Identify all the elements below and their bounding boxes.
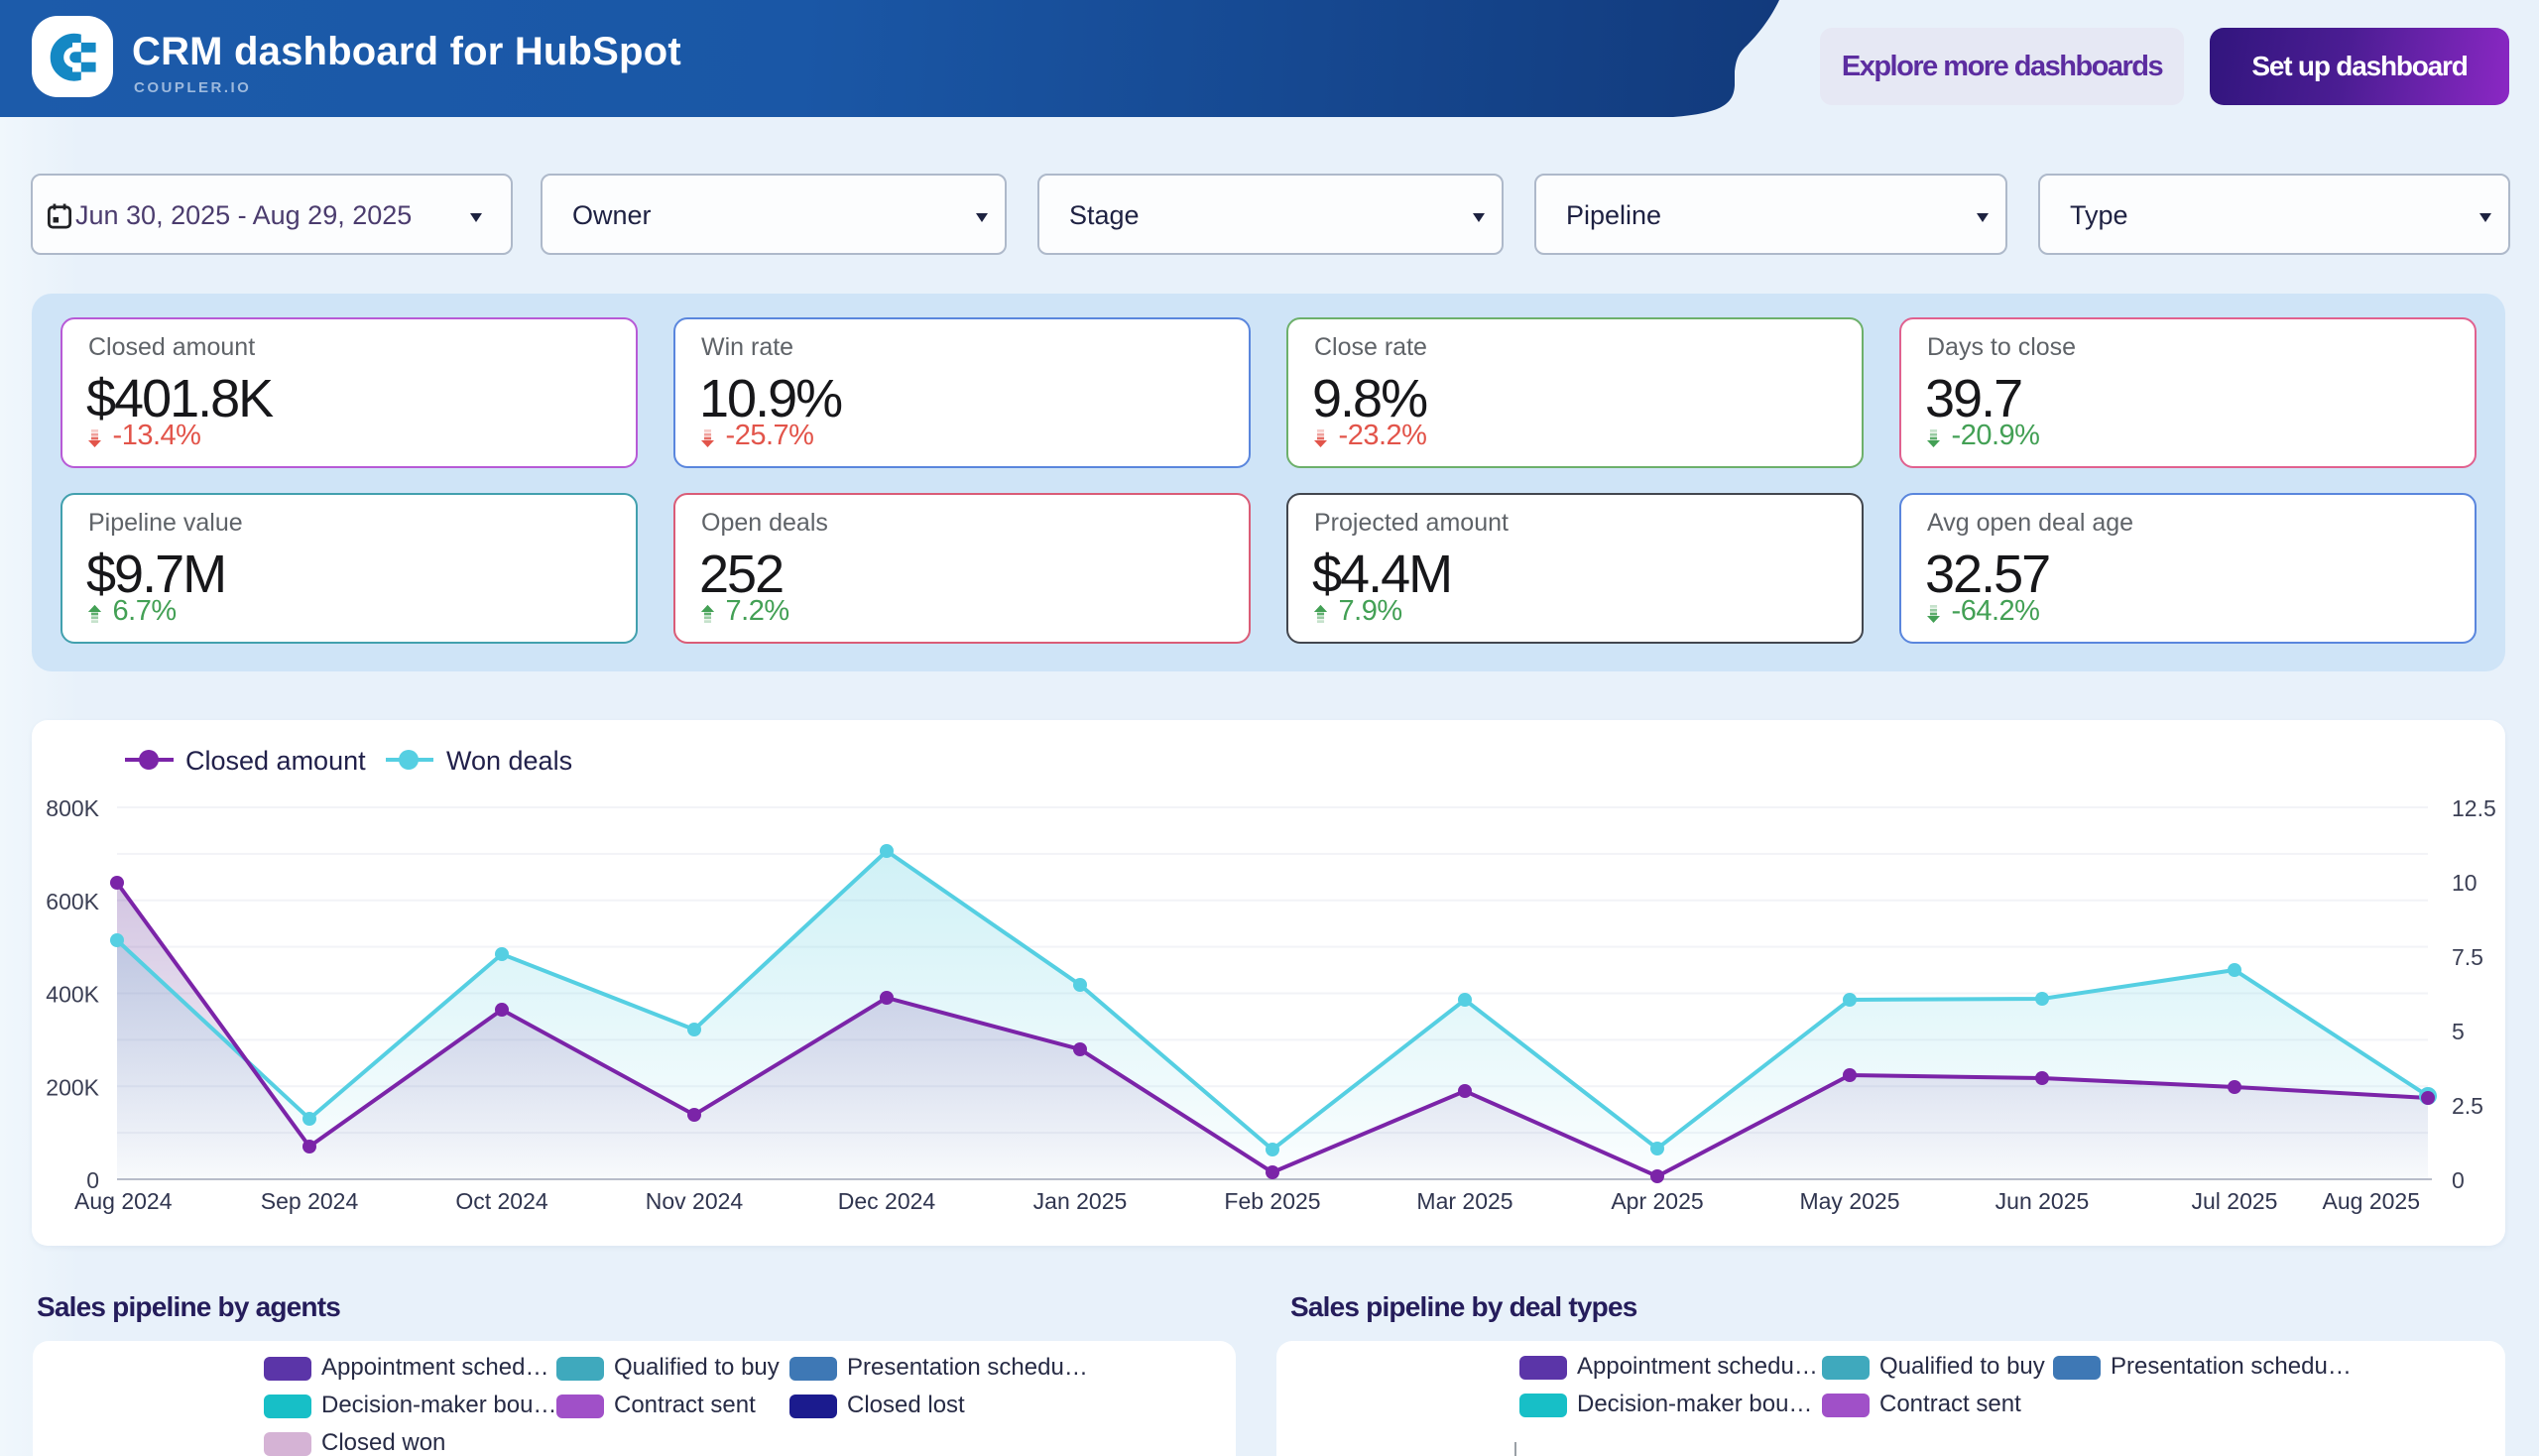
svg-text:7.5: 7.5 bbox=[2452, 944, 2483, 970]
svg-text:600K: 600K bbox=[46, 889, 99, 914]
svg-text:Jun 2025: Jun 2025 bbox=[1995, 1188, 2090, 1214]
svg-text:5: 5 bbox=[2452, 1019, 2465, 1044]
svg-text:Won deals: Won deals bbox=[446, 746, 572, 776]
svg-text:12.5: 12.5 bbox=[2452, 795, 2496, 821]
svg-text:400K: 400K bbox=[46, 982, 99, 1008]
svg-text:Feb 2025: Feb 2025 bbox=[1224, 1188, 1320, 1214]
svg-text:Jan 2025: Jan 2025 bbox=[1033, 1188, 1128, 1214]
svg-text:Sep 2024: Sep 2024 bbox=[261, 1188, 359, 1214]
svg-text:Nov 2024: Nov 2024 bbox=[646, 1188, 744, 1214]
svg-text:Apr 2025: Apr 2025 bbox=[1611, 1188, 1703, 1214]
svg-text:2.5: 2.5 bbox=[2452, 1093, 2483, 1119]
svg-text:Closed amount: Closed amount bbox=[185, 746, 366, 776]
svg-text:10: 10 bbox=[2452, 870, 2478, 896]
svg-text:Jul 2025: Jul 2025 bbox=[2192, 1188, 2278, 1214]
svg-text:800K: 800K bbox=[46, 795, 99, 821]
svg-text:Aug 2024: Aug 2024 bbox=[74, 1188, 173, 1214]
svg-text:Aug 2025: Aug 2025 bbox=[2323, 1188, 2420, 1214]
svg-text:Oct 2024: Oct 2024 bbox=[455, 1188, 548, 1214]
svg-text:Mar 2025: Mar 2025 bbox=[1416, 1188, 1512, 1214]
svg-text:0: 0 bbox=[2452, 1167, 2465, 1193]
svg-text:200K: 200K bbox=[46, 1074, 99, 1100]
svg-text:Dec 2024: Dec 2024 bbox=[838, 1188, 936, 1214]
svg-text:May 2025: May 2025 bbox=[1799, 1188, 1899, 1214]
